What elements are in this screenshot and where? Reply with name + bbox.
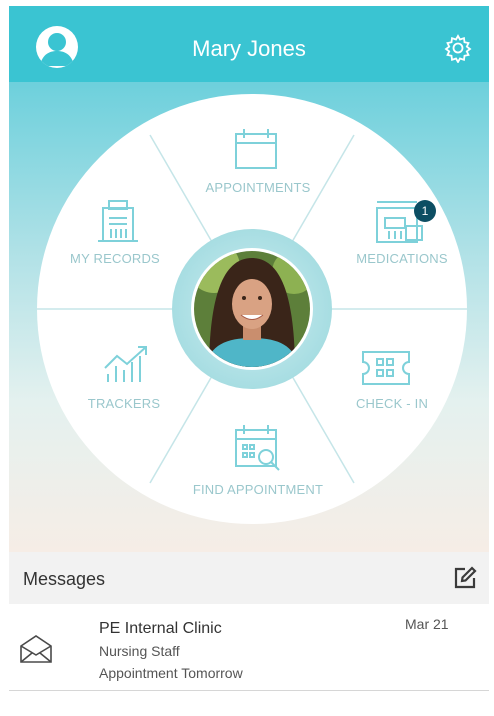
dashboard-area: APPOINTMENTS 1 MEDICATIONS CHECK - IN FI… xyxy=(9,82,489,552)
list-item[interactable]: PE Internal Clinic Nursing Staff Appoint… xyxy=(9,604,489,691)
frame-left xyxy=(0,0,9,716)
message-subtitle: Nursing Staff xyxy=(99,643,180,659)
app-header: Mary Jones xyxy=(9,6,489,82)
compose-icon[interactable] xyxy=(453,566,477,590)
ticket-icon[interactable] xyxy=(359,350,413,391)
gear-icon[interactable] xyxy=(443,33,473,64)
menu-item-appointments[interactable]: APPOINTMENTS xyxy=(188,180,328,195)
envelope-icon xyxy=(19,634,53,664)
message-sender: PE Internal Clinic xyxy=(99,620,222,637)
frame-right xyxy=(489,0,494,716)
calendar-icon[interactable] xyxy=(233,128,279,175)
menu-item-my-records[interactable]: MY RECORDS xyxy=(53,251,177,266)
menu-item-find-appointment[interactable]: FIND APPOINTMENT xyxy=(173,482,343,497)
menu-item-trackers[interactable]: TRACKERS xyxy=(69,396,179,411)
message-preview: Appointment Tomorrow xyxy=(99,665,243,681)
medications-badge: 1 xyxy=(414,200,436,222)
calendar-search-icon[interactable] xyxy=(233,424,283,477)
page-title: Mary Jones xyxy=(192,36,306,61)
message-date: Mar 21 xyxy=(405,616,449,632)
messages-header: Messages xyxy=(9,552,489,604)
building-icon[interactable] xyxy=(97,198,139,249)
chart-icon[interactable] xyxy=(102,344,152,389)
menu-item-medications[interactable]: MEDICATIONS xyxy=(337,251,467,266)
menu-item-check-in[interactable]: CHECK - IN xyxy=(327,396,457,411)
messages-title: Messages xyxy=(23,569,106,589)
